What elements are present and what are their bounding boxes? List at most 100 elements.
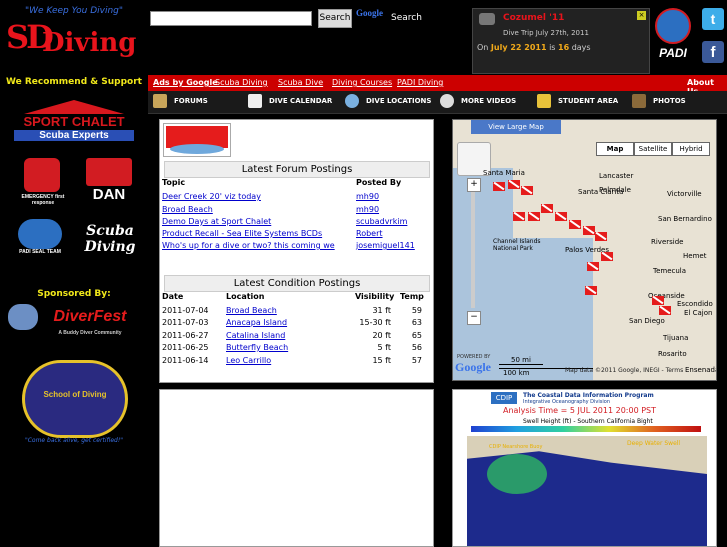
place-label: Hemet bbox=[683, 252, 707, 260]
forum-row-author[interactable]: josemiguel141 bbox=[356, 241, 415, 250]
search-input[interactable] bbox=[150, 11, 312, 26]
scale-mi: 50 mi bbox=[499, 356, 543, 365]
search-button[interactable]: Search bbox=[318, 9, 352, 28]
school-seal-icon bbox=[22, 360, 128, 438]
nav-dive-calendar[interactable]: DIVE CALENDAR bbox=[269, 97, 332, 105]
film-reel-icon bbox=[440, 94, 454, 108]
place-label: San Bernardino bbox=[658, 215, 712, 223]
photos-icon bbox=[632, 94, 646, 108]
nav-more-videos[interactable]: MORE VIDEOS bbox=[461, 97, 516, 105]
facebook-icon[interactable]: f bbox=[702, 41, 724, 63]
dive-site-marker[interactable] bbox=[583, 226, 595, 235]
cond-temp: 63 bbox=[411, 318, 422, 327]
swell-contour bbox=[487, 454, 547, 494]
zoom-out-button[interactable]: − bbox=[467, 311, 481, 325]
place-label: Escondido bbox=[677, 300, 713, 308]
dive-site-marker[interactable] bbox=[659, 306, 671, 315]
cdip-header: The Coastal Data Information Program bbox=[523, 392, 654, 399]
swell-model-image[interactable]: CDIP The Coastal Data Information Progra… bbox=[452, 389, 717, 547]
dolphin-icon bbox=[8, 304, 38, 330]
swell-map: Deep Water Swell CDIP Nearshore Buoy bbox=[467, 436, 707, 546]
forum-row-topic[interactable]: Who's up for a dive or two? this coming … bbox=[162, 241, 335, 250]
dive-site-marker[interactable] bbox=[601, 252, 613, 261]
dive-trip-widget[interactable]: Cozumel '11 × Dive Trip July 27th, 2011 … bbox=[472, 8, 650, 74]
place-label: Rosarito bbox=[658, 350, 687, 358]
padi-seal-logo[interactable]: PADI SEAL TEAM bbox=[12, 215, 68, 257]
dan-flag-icon bbox=[86, 158, 132, 186]
cond-col-date: Date bbox=[162, 292, 184, 301]
dive-site-marker[interactable] bbox=[585, 286, 597, 295]
dive-site-marker[interactable] bbox=[508, 180, 520, 189]
forum-row-author[interactable]: mh90 bbox=[356, 205, 379, 214]
cond-date: 2011-07-04 bbox=[162, 306, 209, 315]
dive-site-marker[interactable] bbox=[541, 204, 553, 213]
close-icon[interactable]: × bbox=[637, 11, 646, 20]
cond-date: 2011-07-03 bbox=[162, 318, 209, 327]
dive-site-marker[interactable] bbox=[493, 182, 505, 191]
ad-link-padi-diving[interactable]: PADI Diving bbox=[397, 78, 443, 87]
cond-temp: 57 bbox=[411, 356, 422, 365]
forum-row-topic[interactable]: Product Recall - Sea Elite Systems BCDs bbox=[162, 229, 322, 238]
cond-visibility: 15-30 ft bbox=[359, 318, 391, 327]
place-label: Lancaster bbox=[599, 172, 634, 180]
forum-row-author[interactable]: Robert bbox=[356, 229, 383, 238]
site-logo[interactable]: SD Diving bbox=[6, 18, 144, 70]
trip-title: Cozumel '11 bbox=[503, 13, 565, 23]
nav-photos[interactable]: PHOTOS bbox=[653, 97, 686, 105]
dive-site-marker[interactable] bbox=[513, 212, 525, 221]
forum-row-author[interactable]: mh90 bbox=[356, 192, 379, 201]
cond-location[interactable]: Catalina Island bbox=[226, 331, 285, 340]
scuba-diving-logo[interactable]: Scuba Diving bbox=[80, 215, 140, 257]
nav-dive-locations[interactable]: DIVE LOCATIONS bbox=[366, 97, 431, 105]
forum-row-topic[interactable]: Demo Days at Sport Chalet bbox=[162, 217, 271, 226]
dive-site-marker[interactable] bbox=[528, 212, 540, 221]
zoom-slider[interactable] bbox=[471, 192, 475, 308]
zoom-in-button[interactable]: + bbox=[467, 178, 481, 192]
twitter-icon[interactable]: t bbox=[702, 8, 724, 30]
ad-link-diving-courses[interactable]: Diving Courses bbox=[332, 78, 392, 87]
nav-forums[interactable]: FORUMS bbox=[174, 97, 208, 105]
trip-countdown: On July 22 2011 is 16 days bbox=[477, 43, 591, 52]
recommend-heading: We Recommend & Support bbox=[6, 77, 142, 87]
map-google-logo: Google bbox=[455, 360, 491, 374]
forum-row-author[interactable]: scubadvrkim bbox=[356, 217, 407, 226]
cond-location[interactable]: Butterfly Beach bbox=[226, 343, 288, 352]
map-type-satellite[interactable]: Satellite bbox=[634, 142, 672, 156]
dive-site-marker[interactable] bbox=[555, 212, 567, 221]
view-large-map-link[interactable]: View Large Map bbox=[471, 120, 561, 134]
efr-logo[interactable]: EMERGENCY first response bbox=[20, 158, 66, 206]
cond-location[interactable]: Leo Carrillo bbox=[226, 356, 271, 365]
dive-site-marker[interactable] bbox=[569, 220, 581, 229]
swell-color-scale bbox=[471, 426, 701, 432]
ad-link-scuba-diving[interactable]: Scuba Diving bbox=[215, 78, 268, 87]
cond-date: 2011-06-14 bbox=[162, 356, 209, 365]
dan-logo[interactable]: DAN bbox=[86, 158, 132, 204]
cond-location[interactable]: Anacapa Island bbox=[226, 318, 287, 327]
ads-by-google-link[interactable]: Ads by Google bbox=[153, 78, 218, 87]
forum-row-topic[interactable]: Deer Creek 20' viz today bbox=[162, 192, 261, 201]
analysis-time: Analysis Time = 5 JUL 2011 20:00 PST bbox=[503, 406, 657, 415]
diverfest-logo[interactable]: DiverFest A Buddy Diver Community bbox=[8, 298, 142, 344]
globe-icon bbox=[655, 8, 691, 44]
padi-logo[interactable]: PADI bbox=[653, 8, 693, 64]
deep-water-label: Deep Water Swell bbox=[627, 440, 681, 447]
map-type-map[interactable]: Map bbox=[596, 142, 634, 156]
sport-chalet-logo[interactable]: SPORT CHALET Scuba Experts bbox=[14, 100, 134, 152]
dive-site-marker[interactable] bbox=[587, 262, 599, 271]
cond-location[interactable]: Broad Beach bbox=[226, 306, 277, 315]
dive-site-marker[interactable] bbox=[652, 296, 664, 305]
dive-site-marker[interactable] bbox=[595, 232, 607, 241]
forum-col-posted: Posted By bbox=[356, 178, 402, 187]
forum-row-topic[interactable]: Broad Beach bbox=[162, 205, 213, 214]
ad-link-scuba-dive[interactable]: Scuba Dive bbox=[278, 78, 323, 87]
dive-map[interactable]: View Large Map Map Satellite Hybrid + − … bbox=[452, 119, 717, 381]
ad-bar: Ads by Google Scuba Diving Scuba Dive Di… bbox=[148, 75, 727, 96]
cond-col-visibility: Visibility bbox=[355, 292, 395, 301]
heart-icon bbox=[24, 158, 60, 192]
cond-temp: 56 bbox=[411, 343, 422, 352]
logo-diving: Diving bbox=[42, 28, 137, 58]
dive-site-marker[interactable] bbox=[521, 186, 533, 195]
map-type-hybrid[interactable]: Hybrid bbox=[672, 142, 710, 156]
school-logo[interactable]: School of Diving bbox=[18, 360, 128, 440]
nav-student-area[interactable]: STUDENT AREA bbox=[558, 97, 618, 105]
